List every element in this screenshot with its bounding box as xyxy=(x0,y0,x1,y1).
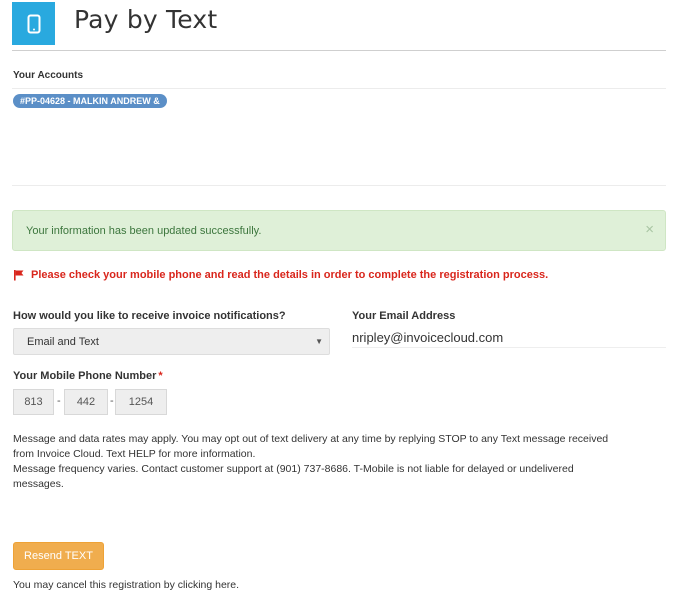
resend-text-button[interactable]: Resend TEXT xyxy=(13,542,104,570)
mobile-phone-icon xyxy=(12,2,55,45)
phone-area-code-input[interactable]: 813 xyxy=(13,389,54,415)
page-header: Pay by Text xyxy=(12,0,666,51)
close-icon[interactable]: × xyxy=(645,222,654,237)
caret-down-icon: ▼ xyxy=(315,337,323,346)
disclaimer-text: Message frequency varies. Contact custom… xyxy=(13,463,574,475)
disclaimer-text: from Invoice Cloud. Text HELP for more i… xyxy=(13,448,256,460)
phone-separator: - xyxy=(110,395,114,407)
phone-label-text: Your Mobile Phone Number xyxy=(13,370,157,382)
account-pill[interactable]: #PP-04628 - MALKIN ANDREW & xyxy=(13,94,167,108)
alert-message: Your information has been updated succes… xyxy=(26,225,262,237)
email-field-underline xyxy=(352,347,666,348)
phone-line-number-input[interactable]: 1254 xyxy=(115,389,167,415)
flag-icon xyxy=(14,270,24,281)
phone-prefix-input[interactable]: 442 xyxy=(64,389,108,415)
disclaimer-text: messages. xyxy=(13,478,64,490)
email-field[interactable]: nripley@invoicecloud.com xyxy=(352,330,503,345)
divider xyxy=(12,185,666,186)
cancel-registration-text: You may cancel this registration by clic… xyxy=(13,579,239,591)
accounts-label: Your Accounts xyxy=(13,70,84,81)
required-marker: * xyxy=(158,370,163,382)
registration-warning: Please check your mobile phone and read … xyxy=(13,268,548,282)
divider xyxy=(12,88,666,89)
notification-select-value: Email and Text xyxy=(27,336,99,348)
cancel-registration-link[interactable]: here xyxy=(215,579,236,591)
page-title: Pay by Text xyxy=(74,5,218,34)
notification-label: How would you like to receive invoice no… xyxy=(13,310,286,322)
notification-select[interactable]: Email and Text ▼ xyxy=(13,328,330,355)
email-label: Your Email Address xyxy=(352,310,456,322)
cancel-prefix: You may cancel this registration by clic… xyxy=(13,579,216,591)
phone-label: Your Mobile Phone Number * xyxy=(13,370,163,382)
disclaimer-text: Message and data rates may apply. You ma… xyxy=(13,433,609,445)
phone-separator: - xyxy=(57,395,61,407)
success-alert: Your information has been updated succes… xyxy=(12,210,666,251)
pay-by-text-page: Pay by Text Your Accounts #PP-04628 - MA… xyxy=(0,0,673,594)
warning-message: Please check your mobile phone and read … xyxy=(31,269,549,281)
cancel-suffix: . xyxy=(236,579,240,591)
